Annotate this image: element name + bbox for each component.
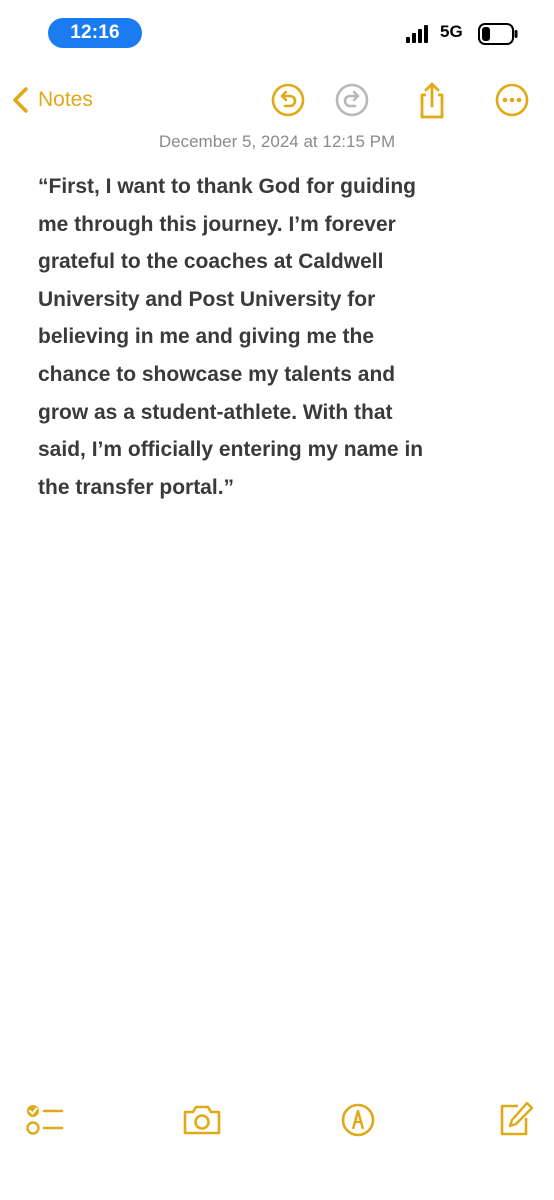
network-type-label: 5G	[440, 22, 463, 41]
note-line: “First, I want to thank God for guiding	[38, 175, 416, 198]
note-date: December 5, 2024 at 12:15 PM	[158, 132, 396, 151]
note-line: believing in me and giving me the	[38, 325, 375, 349]
note-body[interactable]: “First, I want to thank God for guiding …	[38, 168, 516, 506]
note-line: me through this journey. I’m forever	[38, 212, 396, 236]
notes-screen: 12:16 5G Notes December 5, 2024 at 12:15…	[0, 0, 554, 1200]
note-line: said, I’m officially entering my name in	[38, 438, 424, 462]
share-icon[interactable]	[414, 80, 450, 120]
home-indicator[interactable]	[187, 1185, 367, 1190]
note-line: grow as a student-athlete. With that	[38, 400, 393, 424]
note-line: University and Post University for	[38, 287, 376, 311]
chevron-left-icon	[13, 87, 28, 113]
back-button[interactable]: Notes	[10, 78, 93, 122]
nav-bar: Notes	[0, 76, 554, 124]
note-line: chance to showcase my talents and	[38, 362, 396, 386]
undo-icon[interactable]	[270, 80, 306, 120]
checklist-icon[interactable]	[24, 1098, 68, 1142]
note-line: grateful to the coaches at Caldwell	[38, 250, 384, 274]
more-icon[interactable]	[494, 80, 530, 120]
markup-icon[interactable]	[336, 1098, 380, 1142]
note-line: the transfer portal.”	[38, 475, 235, 499]
cellular-signal-icon	[406, 25, 428, 43]
battery-low-icon	[478, 23, 518, 45]
back-label: Notes	[38, 88, 93, 111]
status-time[interactable]: 12:16	[48, 18, 142, 48]
camera-icon[interactable]	[180, 1098, 224, 1142]
status-bar: 12:16 5G	[0, 0, 554, 70]
compose-icon[interactable]	[494, 1098, 538, 1142]
bottom-toolbar	[0, 1098, 554, 1148]
redo-icon[interactable]	[334, 80, 370, 120]
